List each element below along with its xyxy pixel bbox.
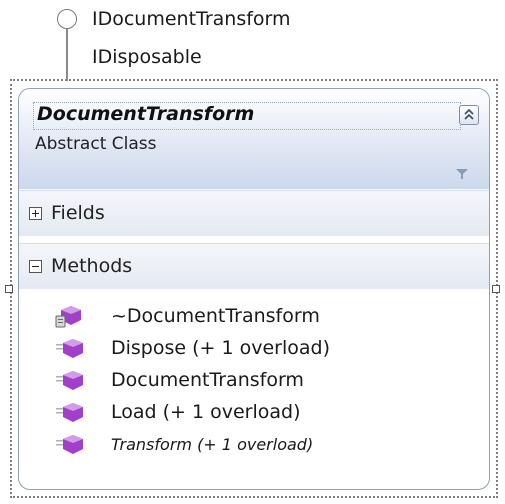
methods-compartment[interactable]: Methods	[19, 243, 489, 289]
public-method-icon	[56, 403, 83, 422]
resize-handle-right[interactable]	[492, 285, 500, 293]
method-label: DocumentTransform	[111, 369, 304, 391]
public-method-icon	[56, 435, 83, 454]
resize-handle-left[interactable]	[5, 285, 13, 293]
double-chevron-up-icon	[464, 108, 474, 120]
interface-lollipop-icon	[57, 9, 77, 29]
interface-label[interactable]: IDisposable	[92, 46, 202, 68]
method-item[interactable]: Load (+ 1 overload)	[55, 397, 475, 429]
class-shape[interactable]: DocumentTransform Abstract Class Fields …	[18, 88, 490, 490]
method-item[interactable]: DocumentTransform	[55, 365, 475, 397]
methods-label: Methods	[51, 255, 133, 277]
method-item[interactable]: Dispose (+ 1 overload)	[55, 333, 475, 365]
class-header[interactable]: DocumentTransform Abstract Class	[19, 89, 489, 189]
collapse-button[interactable]	[459, 105, 479, 125]
public-method-icon	[56, 371, 83, 390]
method-item[interactable]: Transform (+ 1 overload)	[55, 429, 475, 461]
abstract-method-label: Transform (+ 1 overload)	[111, 435, 314, 454]
public-method-icon	[56, 339, 83, 358]
collapse-icon[interactable]	[29, 260, 42, 273]
protected-method-icon	[55, 306, 81, 328]
class-kind-label: Abstract Class	[35, 134, 157, 154]
expand-icon[interactable]	[29, 207, 42, 220]
interface-label[interactable]: IDocumentTransform	[92, 8, 291, 30]
funnel-icon[interactable]	[455, 167, 469, 181]
interface-connector-line	[66, 29, 68, 81]
class-name[interactable]: DocumentTransform	[37, 103, 254, 125]
method-label: Load (+ 1 overload)	[111, 401, 301, 423]
method-label: ~DocumentTransform	[111, 305, 320, 327]
method-label: Dispose (+ 1 overload)	[111, 337, 331, 359]
method-item[interactable]: ~DocumentTransform	[55, 301, 475, 333]
fields-compartment[interactable]: Fields	[19, 190, 489, 236]
fields-label: Fields	[51, 202, 105, 224]
